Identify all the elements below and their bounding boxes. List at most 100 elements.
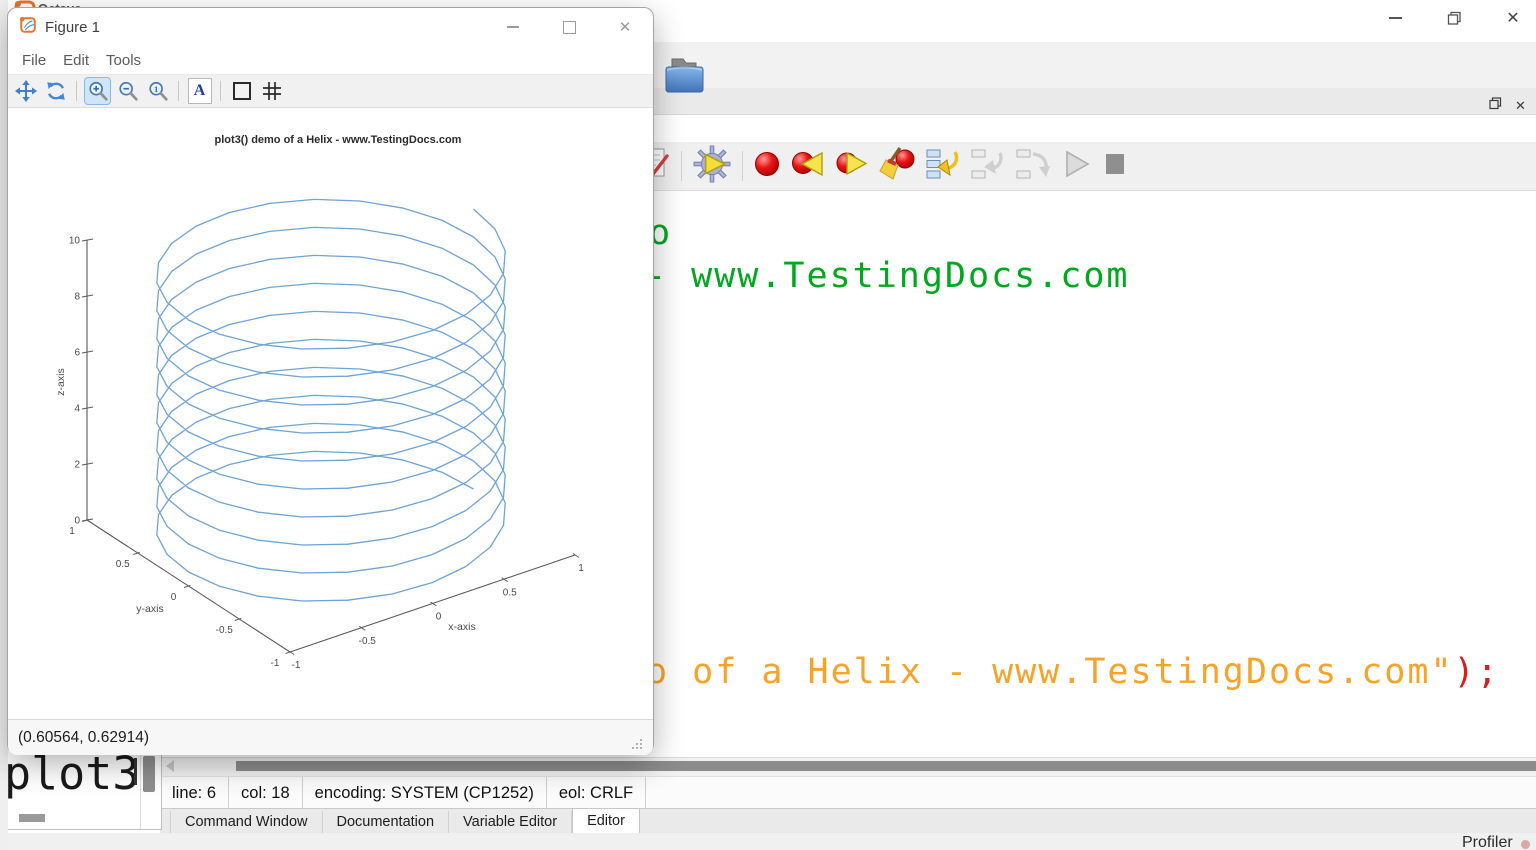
- tab-editor[interactable]: Editor: [572, 808, 640, 835]
- rotate-icon[interactable]: [43, 78, 68, 104]
- tab-variable-editor[interactable]: Variable Editor: [449, 811, 572, 834]
- previous-breakpoint-icon[interactable]: [791, 149, 825, 184]
- svg-text:-1: -1: [292, 660, 301, 671]
- main-window-controls: ✕: [1385, 8, 1523, 28]
- code-punctuation: );: [1454, 652, 1500, 692]
- profiler-status-icon: [1521, 840, 1530, 849]
- x-axis-label: x-axis: [448, 621, 475, 633]
- continue-icon[interactable]: [1061, 149, 1091, 184]
- cursor-coordinates: (0.60564, 0.62914): [18, 729, 149, 747]
- code-line-comment-2[interactable]: - www.TestingDocs.com: [645, 256, 1130, 296]
- figure-window: Figure 1 ✕ File Edit Tools: [8, 8, 653, 753]
- svg-text:-0.5: -0.5: [216, 625, 234, 636]
- figure-toolbar: 1 A: [8, 74, 653, 108]
- status-line: line: 6: [160, 777, 229, 809]
- next-breakpoint-icon[interactable]: [836, 149, 868, 184]
- svg-text:6: 6: [74, 348, 80, 359]
- step-in-icon[interactable]: [971, 148, 1005, 185]
- stop-icon[interactable]: [1102, 150, 1128, 183]
- open-folder-icon[interactable]: [663, 55, 707, 102]
- dock-close-icon[interactable]: ✕: [1515, 98, 1526, 114]
- code-string: o of a Helix - www.TestingDocs.com": [646, 652, 1454, 692]
- step-over-icon[interactable]: [926, 148, 960, 185]
- text-cursor: [134, 758, 137, 785]
- tab-documentation[interactable]: Documentation: [323, 811, 450, 834]
- status-col: col: 18: [229, 777, 303, 809]
- run-script-icon[interactable]: [693, 145, 731, 188]
- menu-edit[interactable]: Edit: [63, 52, 89, 69]
- svg-text:8: 8: [74, 292, 80, 303]
- bottom-strip: [0, 833, 1536, 850]
- menu-tools[interactable]: Tools: [106, 52, 141, 69]
- pan-icon[interactable]: [13, 78, 38, 104]
- svg-text:1: 1: [578, 563, 584, 574]
- octave-logo-icon: [19, 16, 37, 39]
- svg-text:0: 0: [436, 612, 442, 623]
- editor-statusbar: line: 6 col: 18 encoding: SYSTEM (CP1252…: [160, 776, 1536, 809]
- octave-app: Octave ✕ ✕: [0, 0, 1536, 850]
- plot-canvas[interactable]: -1 -0.5 0 0.5 1 1 0.5 0 -0.5 -1 0 2 4 6 8 10 plot3() de…: [8, 108, 653, 719]
- popup-scroll-divider: [140, 750, 141, 829]
- svg-text:2: 2: [74, 460, 80, 471]
- scroll-left-arrow-icon[interactable]: [166, 760, 174, 772]
- svg-text:0.5: 0.5: [503, 587, 517, 598]
- toolbar-separator: [178, 81, 179, 101]
- figure-statusbar: (0.60564, 0.62914): [8, 719, 653, 755]
- resize-grip-icon[interactable]: [630, 737, 643, 755]
- figure-titlebar[interactable]: Figure 1 ✕: [8, 8, 653, 46]
- main-window-title-partial: Octave: [38, 1, 98, 8]
- svg-text:1: 1: [69, 526, 75, 537]
- toggle-axes-icon[interactable]: [229, 78, 254, 104]
- editor-debug-toolbar: [640, 144, 1128, 188]
- undock-icon[interactable]: [1489, 97, 1502, 115]
- restore-icon[interactable]: [1444, 8, 1464, 28]
- figure-close-icon[interactable]: ✕: [597, 8, 653, 46]
- hscroll-thumb[interactable]: [236, 761, 1536, 771]
- toggle-breakpoint-icon[interactable]: [754, 151, 780, 182]
- status-encoding: encoding: SYSTEM (CP1252): [303, 777, 547, 809]
- zoom-out-icon[interactable]: [115, 78, 140, 104]
- figure-window-controls: ✕: [485, 8, 653, 46]
- figure-minimize-icon[interactable]: [485, 8, 541, 46]
- profiler-label[interactable]: Profiler: [1462, 834, 1513, 850]
- dock-tabbar: Command Window Documentation Variable Ed…: [160, 808, 1536, 834]
- insert-text-icon[interactable]: A: [187, 78, 212, 104]
- svg-text:4: 4: [74, 404, 80, 415]
- zoom-original-icon[interactable]: 1: [145, 78, 170, 104]
- figure-menubar: File Edit Tools: [8, 46, 653, 74]
- figure-window-title: Figure 1: [45, 19, 100, 36]
- menu-file[interactable]: File: [22, 52, 46, 69]
- popup-vscroll-thumb[interactable]: [143, 756, 155, 792]
- svg-text:-0.5: -0.5: [359, 636, 377, 647]
- svg-text:10: 10: [69, 236, 81, 247]
- code-line-title-call[interactable]: o of a Helix - www.TestingDocs.com");: [646, 652, 1500, 692]
- close-icon[interactable]: ✕: [1503, 8, 1523, 28]
- toolbar-separator: [742, 151, 743, 181]
- figure-maximize-icon[interactable]: [541, 8, 597, 46]
- svg-text:0: 0: [74, 516, 80, 527]
- step-out-icon[interactable]: [1016, 148, 1050, 185]
- y-axis-label: y-axis: [136, 603, 163, 615]
- popup-small-bar: [19, 814, 45, 822]
- toolbar-separator: [681, 151, 682, 181]
- helix-line: [157, 199, 505, 601]
- status-spacer: [646, 777, 1536, 809]
- plot-title: plot3() demo of a Helix - www.TestingDoc…: [215, 134, 462, 146]
- clear-all-breakpoints-icon[interactable]: [879, 147, 915, 186]
- toolbar-separator: [76, 81, 77, 101]
- toggle-grid-icon[interactable]: [259, 78, 284, 104]
- command-popup-text: plot3: [4, 749, 139, 800]
- svg-text:0.5: 0.5: [116, 559, 130, 570]
- zoom-in-icon[interactable]: [85, 78, 110, 104]
- command-window-popup[interactable]: plot3: [0, 749, 162, 830]
- left-dock-sliver: [0, 0, 8, 850]
- z-axis-label: z-axis: [55, 368, 67, 395]
- svg-text:1: 1: [153, 84, 157, 94]
- dock-controls: ✕: [1489, 97, 1526, 115]
- svg-text:0: 0: [171, 592, 177, 603]
- tab-command-window[interactable]: Command Window: [170, 811, 323, 834]
- toolbar-separator: [220, 81, 221, 101]
- minimize-icon[interactable]: [1385, 8, 1405, 28]
- status-eol: eol: CRLF: [547, 777, 646, 809]
- svg-text:-1: -1: [271, 658, 280, 669]
